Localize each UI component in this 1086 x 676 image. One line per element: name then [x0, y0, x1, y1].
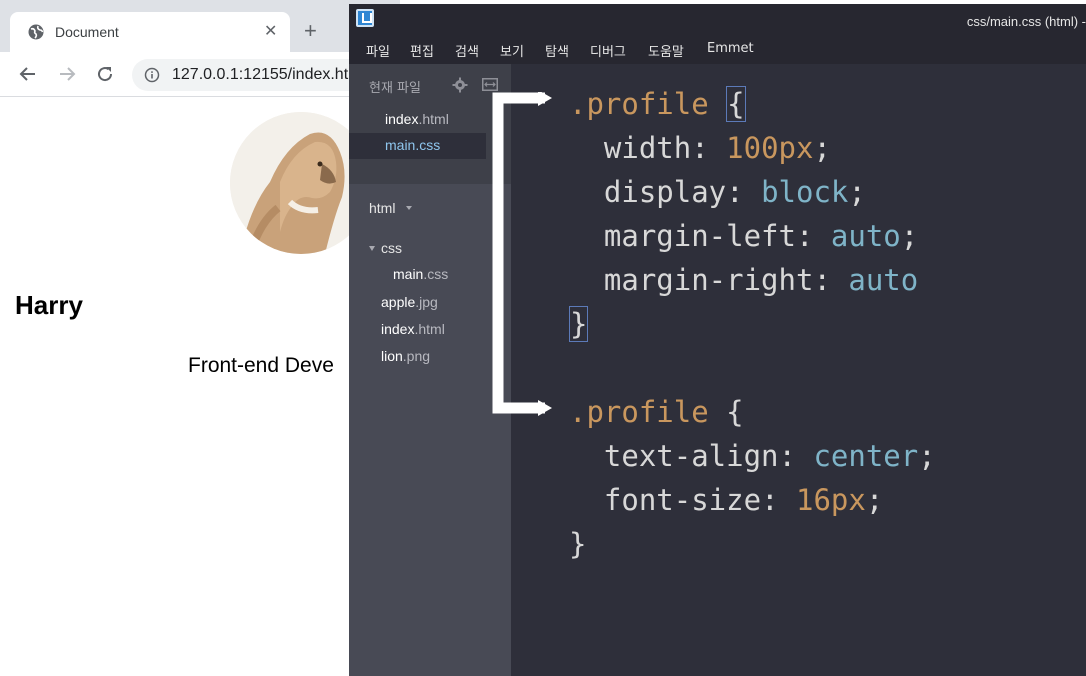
profile-name: Harry: [15, 290, 83, 320]
semicolon: ;: [813, 131, 831, 165]
tree-file-lion[interactable]: lion.png: [381, 348, 430, 364]
new-tab-icon[interactable]: +: [304, 19, 317, 43]
code-line: .profile {: [569, 392, 744, 432]
file-ext: .css: [423, 266, 449, 282]
gear-icon[interactable]: [452, 77, 468, 93]
css-selector: .profile: [569, 87, 709, 121]
close-icon[interactable]: ✕: [264, 21, 277, 41]
close-brace: }: [569, 527, 587, 561]
working-files-label: 현재 파일: [369, 81, 421, 96]
code-editor-window: css/main.css (html) - 파일 편집 검색 보기 탐색 디버그…: [349, 4, 1086, 676]
file-name: lion: [381, 348, 403, 364]
chevron-down-icon[interactable]: [406, 206, 412, 210]
brackets-app-icon: [356, 9, 374, 27]
info-icon[interactable]: [144, 67, 160, 83]
css-value: center: [813, 439, 919, 473]
reload-icon[interactable]: [95, 64, 115, 84]
working-file-index[interactable]: index.html: [349, 107, 486, 133]
css-selector: .profile: [569, 395, 709, 429]
split-view-icon[interactable]: [482, 78, 498, 91]
semicolon: ;: [848, 175, 866, 209]
css-value: block: [761, 175, 849, 209]
menu-emmet[interactable]: Emmet: [707, 41, 754, 56]
css-value: auto: [830, 219, 901, 253]
file-sidebar: 현재 파일 index.html main.css html css main.…: [349, 64, 511, 676]
css-property: margin-left: [603, 219, 796, 253]
css-property: width: [603, 131, 692, 165]
code-line: }: [569, 304, 589, 344]
menu-find[interactable]: 검색: [455, 41, 479, 60]
file-ext: .html: [414, 321, 445, 337]
code-line: display: block;: [603, 175, 866, 209]
code-line: margin-left: auto;: [603, 219, 919, 253]
profile-role: Front-end Deve: [188, 354, 334, 377]
close-brace: }: [569, 306, 589, 342]
bracket-annotation: [492, 92, 552, 416]
file-ext: .html: [418, 111, 449, 127]
editor-titlebar: css/main.css (html) -: [349, 4, 1086, 36]
menu-file[interactable]: 파일: [366, 41, 390, 60]
code-line: text-align: center;: [603, 439, 936, 473]
semicolon: ;: [918, 439, 936, 473]
menu-bar: 파일 편집 검색 보기 탐색 디버그 도움말 Emmet: [349, 36, 1086, 64]
css-value: 100px: [726, 131, 814, 165]
window-title: css/main.css (html) -: [966, 14, 1086, 29]
forward-arrow-icon[interactable]: [57, 64, 77, 84]
file-name: apple: [381, 294, 416, 310]
file-ext: .png: [402, 348, 431, 364]
url-text: 127.0.0.1:12155/index.ht: [172, 66, 349, 83]
globe-icon: [28, 24, 44, 40]
menu-view[interactable]: 보기: [500, 41, 524, 60]
working-files-panel: 현재 파일 index.html main.css: [349, 64, 511, 184]
working-file-main-css[interactable]: main.css: [349, 133, 486, 159]
tree-folder-css[interactable]: css: [381, 240, 402, 256]
css-value: auto: [848, 263, 919, 297]
css-property: font-size: [603, 483, 762, 517]
file-name: main: [393, 266, 424, 282]
code-line: font-size: 16px;: [603, 483, 884, 517]
browser-tab[interactable]: Document ✕: [10, 12, 290, 52]
tree-file-apple[interactable]: apple.jpg: [381, 294, 438, 310]
code-line: .profile {: [569, 84, 746, 124]
code-area[interactable]: .profile { width: 100px; display: block;…: [511, 64, 1086, 676]
menu-edit[interactable]: 편집: [410, 41, 434, 60]
browser-toolbar: 127.0.0.1:12155/index.ht: [0, 52, 412, 97]
file-name: index: [381, 321, 415, 337]
menu-help[interactable]: 도움말: [648, 41, 684, 60]
semicolon: ;: [900, 219, 919, 253]
file-name: index: [385, 111, 419, 127]
file-name: main: [385, 137, 416, 153]
code-line: }: [569, 524, 586, 564]
tab-title: Document: [55, 24, 119, 40]
open-brace: {: [726, 395, 744, 429]
tab-strip: Document ✕ +: [0, 0, 400, 52]
css-property: display: [603, 175, 727, 209]
tree-file-main-css[interactable]: main.css: [393, 266, 448, 282]
tree-file-index[interactable]: index.html: [381, 321, 445, 337]
css-value: 16px: [795, 483, 866, 517]
folder-expand-icon[interactable]: [369, 246, 375, 251]
menu-debug[interactable]: 디버그: [590, 41, 626, 60]
css-property: margin-right: [603, 263, 814, 297]
file-ext: .css: [415, 137, 441, 153]
semicolon: ;: [865, 483, 884, 517]
menu-navigate[interactable]: 탐색: [545, 41, 569, 60]
project-title[interactable]: html: [369, 200, 395, 216]
code-line: width: 100px;: [603, 131, 831, 165]
browser-window: Document ✕ + 127.0.0.1:12155/index.ht Ha…: [0, 0, 412, 676]
back-arrow-icon[interactable]: [18, 64, 38, 84]
css-property: text-align: [603, 439, 779, 473]
code-line: margin-right: auto: [603, 263, 919, 297]
file-ext: .jpg: [415, 294, 438, 310]
open-brace: {: [726, 86, 746, 122]
